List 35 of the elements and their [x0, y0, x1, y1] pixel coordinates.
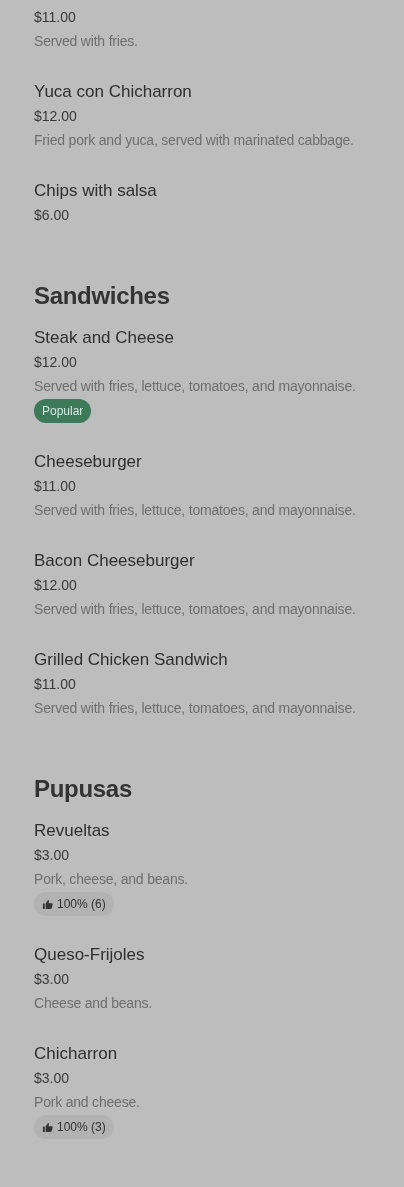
item-price: $6.00	[34, 206, 70, 225]
rating-badge: 100% (6)	[34, 892, 114, 916]
item-description: Served with fries, lettuce, tomatoes, and mayonnaise.	[34, 501, 356, 520]
item-description: Served with fries, lettuce, tomatoes, and mayonnaise.	[34, 699, 356, 718]
thumbs-up-icon	[42, 898, 53, 910]
item-description: Served with fries, lettuce, tomatoes, and mayonnaise.	[34, 600, 356, 619]
item-price: $3.00	[34, 846, 70, 865]
item-name[interactable]: Yuca con Chicharron	[34, 80, 192, 104]
item-name[interactable]: Chicharron	[34, 1042, 118, 1066]
item-description: Cheese and beans.	[34, 994, 153, 1013]
item-price: $11.00	[34, 477, 76, 496]
item-description: Fried pork and yuca, served with marinated cabbage.	[34, 131, 354, 150]
item-description: Served with fries.	[34, 32, 138, 51]
item-price: $3.00	[34, 1069, 70, 1088]
item-name[interactable]: Grilled Chicken Sandwich	[34, 648, 228, 672]
thumbs-up-icon	[42, 1121, 53, 1133]
rating-badge: 100% (3)	[34, 1115, 114, 1139]
item-description: Pork and cheese.	[34, 1093, 140, 1112]
item-name[interactable]: Revueltas	[34, 819, 110, 843]
item-name[interactable]: Bacon Cheeseburger	[34, 549, 195, 573]
section-heading: Pupusas	[34, 774, 133, 804]
item-price: $12.00	[34, 107, 77, 126]
item-name[interactable]: Queso-Frijoles	[34, 943, 145, 967]
item-price: $11.00	[34, 8, 76, 27]
item-price: $12.00	[34, 353, 77, 372]
item-price: $12.00	[34, 576, 77, 595]
item-name[interactable]: Chips with salsa	[34, 179, 157, 203]
popular-badge: Popular	[34, 399, 92, 423]
item-price: $3.00	[34, 970, 70, 989]
item-description: Served with fries, lettuce, tomatoes, and mayonnaise.	[34, 377, 356, 396]
item-name[interactable]: Cheeseburger	[34, 450, 142, 474]
item-description: Pork, cheese, and beans.	[34, 870, 188, 889]
item-price: $11.00	[34, 675, 76, 694]
section-heading: Sandwiches	[34, 281, 171, 311]
item-name[interactable]: Steak and Cheese	[34, 326, 174, 350]
